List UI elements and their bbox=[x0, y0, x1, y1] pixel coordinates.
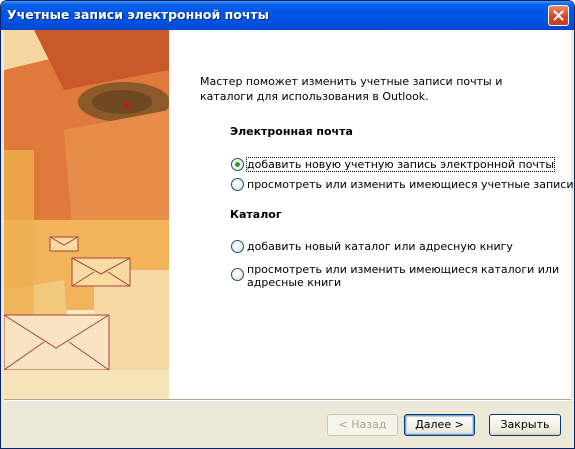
close-icon bbox=[553, 10, 564, 21]
radio-label[interactable]: добавить новую учетную запись электронно… bbox=[245, 157, 556, 172]
radio-button[interactable] bbox=[231, 240, 244, 253]
intro-text: Мастер поможет изменить учетные записи п… bbox=[200, 75, 503, 103]
next-button[interactable]: Далее > bbox=[404, 414, 475, 436]
radio-button[interactable] bbox=[231, 268, 244, 281]
email-section-heading: Электронная почта bbox=[230, 125, 353, 138]
radio-button[interactable] bbox=[231, 178, 244, 191]
wizard-content: Мастер поможет изменить учетные записи п… bbox=[4, 30, 574, 399]
footer-divider bbox=[4, 399, 571, 401]
radio-label[interactable]: просмотреть или изменить имеющиеся учетн… bbox=[247, 178, 574, 191]
radio-label-line1[interactable]: просмотреть или изменить имеющиеся катал… bbox=[247, 263, 559, 276]
close-button[interactable]: Закрыть bbox=[489, 414, 561, 436]
dialog-window: Учетные записи электронной почты Мастер … bbox=[0, 0, 575, 449]
radio-label[interactable]: добавить новый каталог или адресную книг… bbox=[247, 240, 513, 253]
back-button[interactable]: < Назад bbox=[327, 414, 398, 436]
title-bar[interactable]: Учетные записи электронной почты bbox=[1, 1, 574, 30]
radio-button[interactable] bbox=[231, 158, 244, 171]
directory-section-heading: Каталог bbox=[230, 208, 282, 221]
close-window-button[interactable] bbox=[548, 5, 569, 26]
window-title: Учетные записи электронной почты bbox=[7, 7, 269, 22]
radio-label-line2[interactable]: адресные книги bbox=[247, 276, 341, 289]
wizard-side-image bbox=[4, 30, 169, 399]
